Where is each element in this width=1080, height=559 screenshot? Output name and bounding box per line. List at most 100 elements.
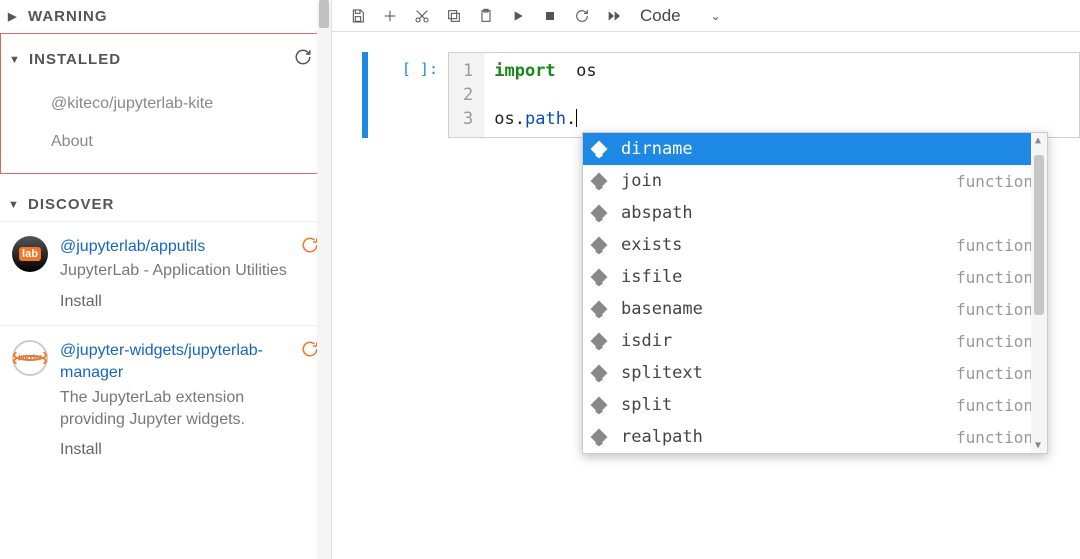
line-number: 2 xyxy=(463,83,473,107)
completion-name: isfile xyxy=(621,267,956,287)
autocomplete-item[interactable]: abspath xyxy=(583,197,1047,229)
completion-name: realpath xyxy=(621,427,956,447)
line-number: 3 xyxy=(463,107,473,131)
restart-button[interactable] xyxy=(566,1,598,31)
completion-kind: function xyxy=(956,236,1033,255)
section-label: INSTALLED xyxy=(29,51,121,68)
completion-kind: function xyxy=(956,332,1033,351)
line-gutter: 1 2 3 xyxy=(449,53,484,137)
notebook-toolbar: Code ⌄ xyxy=(332,0,1080,32)
cell-indicator xyxy=(362,52,368,138)
run-all-button[interactable] xyxy=(598,1,630,31)
cell-type-select[interactable]: Code ⌄ xyxy=(634,4,727,28)
kite-icon xyxy=(591,333,608,350)
autocomplete-item[interactable]: isdirfunction xyxy=(583,325,1047,357)
copy-button[interactable] xyxy=(438,1,470,31)
kite-icon xyxy=(591,173,608,190)
completion-name: basename xyxy=(621,299,956,319)
discover-item[interactable]: lab @jupyterlab/apputils JupyterLab - Ap… xyxy=(0,221,331,325)
module-os: os xyxy=(576,61,596,81)
completion-name: isdir xyxy=(621,331,956,351)
section-label: WARNING xyxy=(28,8,108,25)
scrollbar[interactable]: ▲ ▼ xyxy=(1031,133,1047,453)
text-cursor xyxy=(576,109,577,127)
line-number: 1 xyxy=(463,59,473,83)
completion-name: join xyxy=(621,171,956,191)
section-warning[interactable]: ▶ WARNING xyxy=(0,0,331,33)
chevron-down-icon: ⌄ xyxy=(711,9,721,23)
autocomplete-item[interactable]: splitextfunction xyxy=(583,357,1047,389)
section-label: DISCOVER xyxy=(28,196,114,213)
installed-item-about[interactable]: About xyxy=(1,123,326,161)
install-button[interactable]: Install xyxy=(60,293,293,311)
scroll-up-icon[interactable]: ▲ xyxy=(1035,135,1041,146)
token-dot: . xyxy=(566,109,576,129)
extensions-sidebar: ▶ WARNING ▼ INSTALLED @kiteco/jupyterlab… xyxy=(0,0,332,559)
installed-box: ▼ INSTALLED @kiteco/jupyterlab-kite Abou… xyxy=(0,33,327,174)
token-path: path xyxy=(525,109,566,129)
scrollbar-thumb[interactable] xyxy=(1034,155,1044,315)
kite-icon xyxy=(591,141,608,158)
completion-name: split xyxy=(621,395,956,415)
cell-type-value: Code xyxy=(640,6,681,26)
run-button[interactable] xyxy=(502,1,534,31)
discover-list: lab @jupyterlab/apputils JupyterLab - Ap… xyxy=(0,221,331,473)
autocomplete-item[interactable]: joinfunction xyxy=(583,165,1047,197)
notebook-area[interactable]: [ ]: 1 2 3 import os os.path. xyxy=(332,32,1080,559)
scroll-down-icon[interactable]: ▼ xyxy=(1035,440,1041,451)
chevron-down-icon: ▼ xyxy=(8,199,18,211)
code-cell[interactable]: [ ]: 1 2 3 import os os.path. xyxy=(362,52,1080,138)
completion-name: abspath xyxy=(621,203,1033,223)
completion-kind: function xyxy=(956,268,1033,287)
jupyterlab-icon: lab xyxy=(12,236,48,272)
discover-item[interactable]: jupyter @jupyter-widgets/jupyterlab-mana… xyxy=(0,325,331,474)
completion-kind: function xyxy=(956,396,1033,415)
completion-kind: function xyxy=(956,364,1033,383)
kite-icon xyxy=(591,365,608,382)
section-discover[interactable]: ▼ DISCOVER xyxy=(0,188,331,221)
autocomplete-item[interactable]: existsfunction xyxy=(583,229,1047,261)
kite-icon xyxy=(591,269,608,286)
keyword-import: import xyxy=(494,61,555,81)
autocomplete-popup[interactable]: dirnamejoinfunctionabspathexistsfunction… xyxy=(582,132,1048,454)
autocomplete-item[interactable]: basenamefunction xyxy=(583,293,1047,325)
completion-name: dirname xyxy=(621,139,1033,159)
autocomplete-item[interactable]: splitfunction xyxy=(583,389,1047,421)
autocomplete-item[interactable]: realpathfunction xyxy=(583,421,1047,453)
add-cell-button[interactable] xyxy=(374,1,406,31)
completion-name: splitext xyxy=(621,363,956,383)
kite-icon xyxy=(591,301,608,318)
jupyter-icon: jupyter xyxy=(12,340,48,376)
kite-icon xyxy=(591,429,608,446)
autocomplete-item[interactable]: dirname xyxy=(583,133,1047,165)
chevron-down-icon: ▼ xyxy=(9,54,19,66)
ext-title[interactable]: @jupyterlab/apputils xyxy=(60,236,293,258)
completion-kind: function xyxy=(956,428,1033,447)
ext-desc: JupyterLab - Application Utilities xyxy=(60,260,293,282)
installed-item-kite[interactable]: @kiteco/jupyterlab-kite xyxy=(1,85,326,123)
scrollbar-thumb[interactable] xyxy=(319,0,329,28)
ext-title[interactable]: @jupyter-widgets/jupyterlab-manager xyxy=(60,340,293,385)
kite-icon xyxy=(591,237,608,254)
autocomplete-item[interactable]: isfilefunction xyxy=(583,261,1047,293)
kite-icon xyxy=(591,397,608,414)
completion-kind: function xyxy=(956,300,1033,319)
code-text[interactable]: import os os.path. xyxy=(484,53,606,137)
stop-button[interactable] xyxy=(534,1,566,31)
chevron-right-icon: ▶ xyxy=(8,10,18,23)
completion-kind: function xyxy=(956,172,1033,191)
token-os: os xyxy=(494,109,514,129)
paste-button[interactable] xyxy=(470,1,502,31)
scrollbar[interactable] xyxy=(317,0,331,559)
save-button[interactable] xyxy=(342,1,374,31)
refresh-icon[interactable] xyxy=(294,48,312,71)
notebook-panel: Code ⌄ [ ]: 1 2 3 import os xyxy=(332,0,1080,559)
kite-icon xyxy=(591,205,608,222)
section-installed[interactable]: ▼ INSTALLED xyxy=(1,34,326,85)
install-button[interactable]: Install xyxy=(60,441,293,459)
cell-prompt: [ ]: xyxy=(392,52,448,138)
ext-desc: The JupyterLab extension providing Jupyt… xyxy=(60,387,293,432)
code-editor[interactable]: 1 2 3 import os os.path. xyxy=(448,52,1080,138)
cut-button[interactable] xyxy=(406,1,438,31)
completion-name: exists xyxy=(621,235,956,255)
